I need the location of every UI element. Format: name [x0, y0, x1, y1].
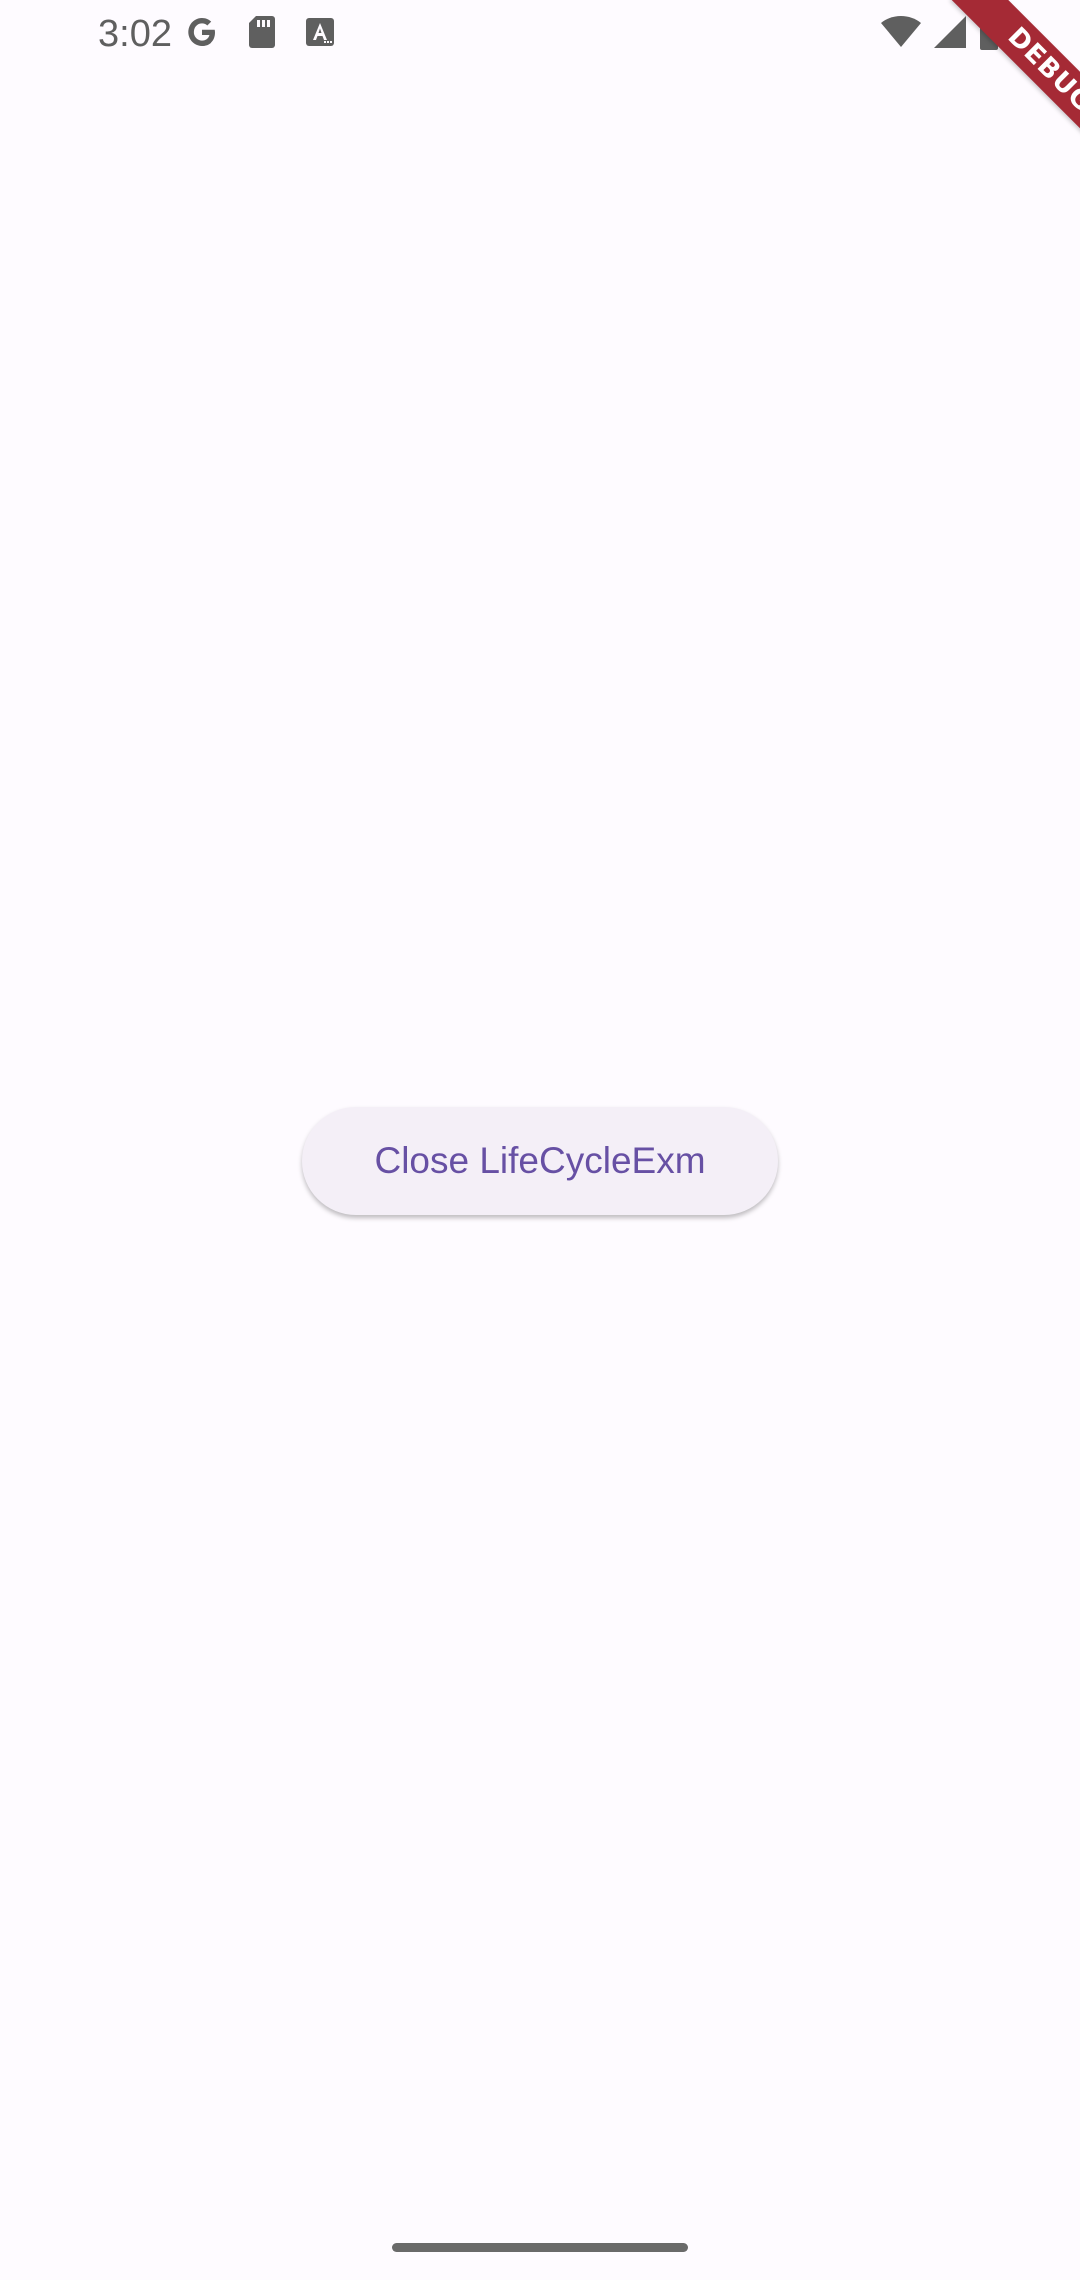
status-bar: 3:02	[0, 0, 1080, 68]
home-indicator[interactable]	[392, 2243, 688, 2252]
app-screen: 3:02 DEBUG Close LifeCycleExm	[0, 0, 1080, 2280]
status-time: 3:02	[98, 13, 172, 55]
google-icon	[184, 14, 220, 55]
close-lifecycle-button[interactable]: Close LifeCycleExm	[302, 1107, 778, 1215]
cell-signal-icon	[932, 14, 968, 55]
wifi-icon	[880, 15, 922, 54]
sd-card-icon	[246, 14, 278, 55]
close-lifecycle-button-label: Close LifeCycleExm	[374, 1140, 706, 1181]
notification-icons	[184, 14, 362, 54]
font-a-icon	[304, 16, 336, 53]
system-icons	[870, 13, 1000, 56]
battery-icon	[978, 13, 1000, 56]
